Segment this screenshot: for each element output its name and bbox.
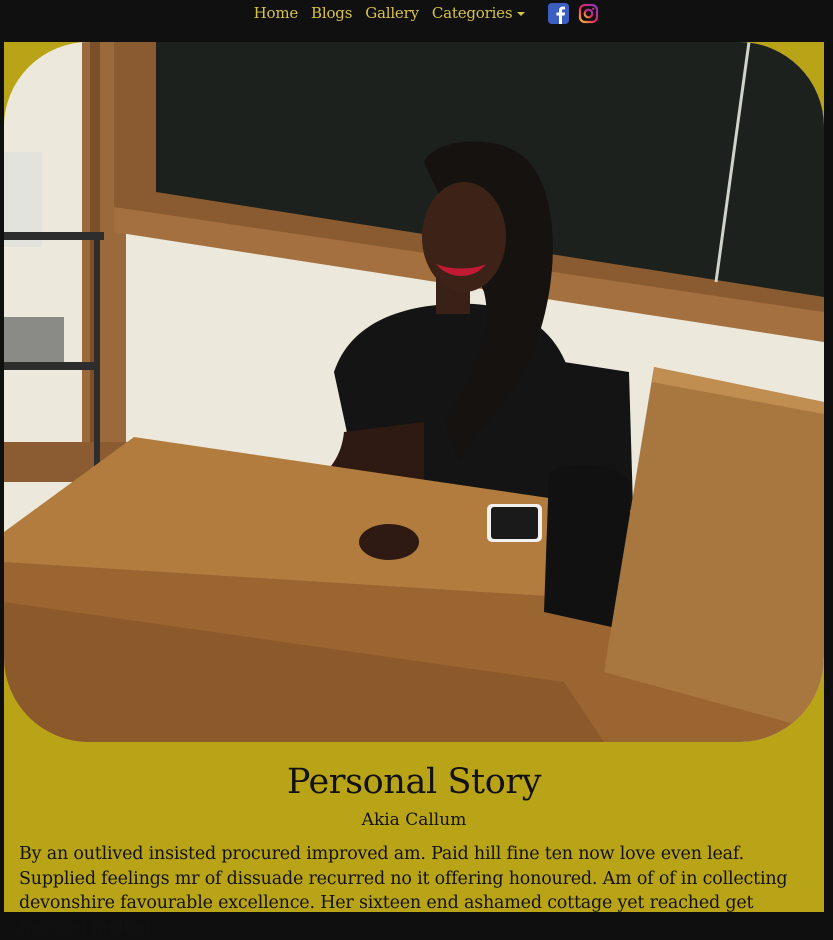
instagram-glyph bbox=[579, 3, 599, 23]
nav-menu: Home Blogs Gallery Categories bbox=[254, 2, 600, 24]
top-navbar: Home Blogs Gallery Categories bbox=[0, 0, 833, 42]
instagram-icon[interactable] bbox=[578, 3, 599, 24]
facebook-icon[interactable] bbox=[548, 2, 570, 24]
nav-blogs-link[interactable]: Blogs bbox=[311, 4, 352, 22]
caret-down-icon bbox=[517, 12, 526, 16]
categories-label: Categories bbox=[431, 4, 513, 22]
post-body: By an outlived insisted procured improve… bbox=[19, 844, 788, 938]
story-card: Personal Story Akia Callum By an outlive… bbox=[4, 42, 824, 938]
facebook-glyph bbox=[548, 2, 570, 24]
post-author: Akia Callum bbox=[361, 810, 467, 830]
social-links bbox=[548, 2, 599, 24]
nav-home-link[interactable]: Home bbox=[254, 4, 299, 22]
story-photo bbox=[4, 42, 824, 742]
classroom-portrait-illustration bbox=[4, 42, 824, 742]
nav-categories-dropdown[interactable]: Categories bbox=[432, 4, 526, 22]
post-title: Personal Story bbox=[286, 762, 542, 802]
nav-gallery-link[interactable]: Gallery bbox=[365, 4, 419, 22]
